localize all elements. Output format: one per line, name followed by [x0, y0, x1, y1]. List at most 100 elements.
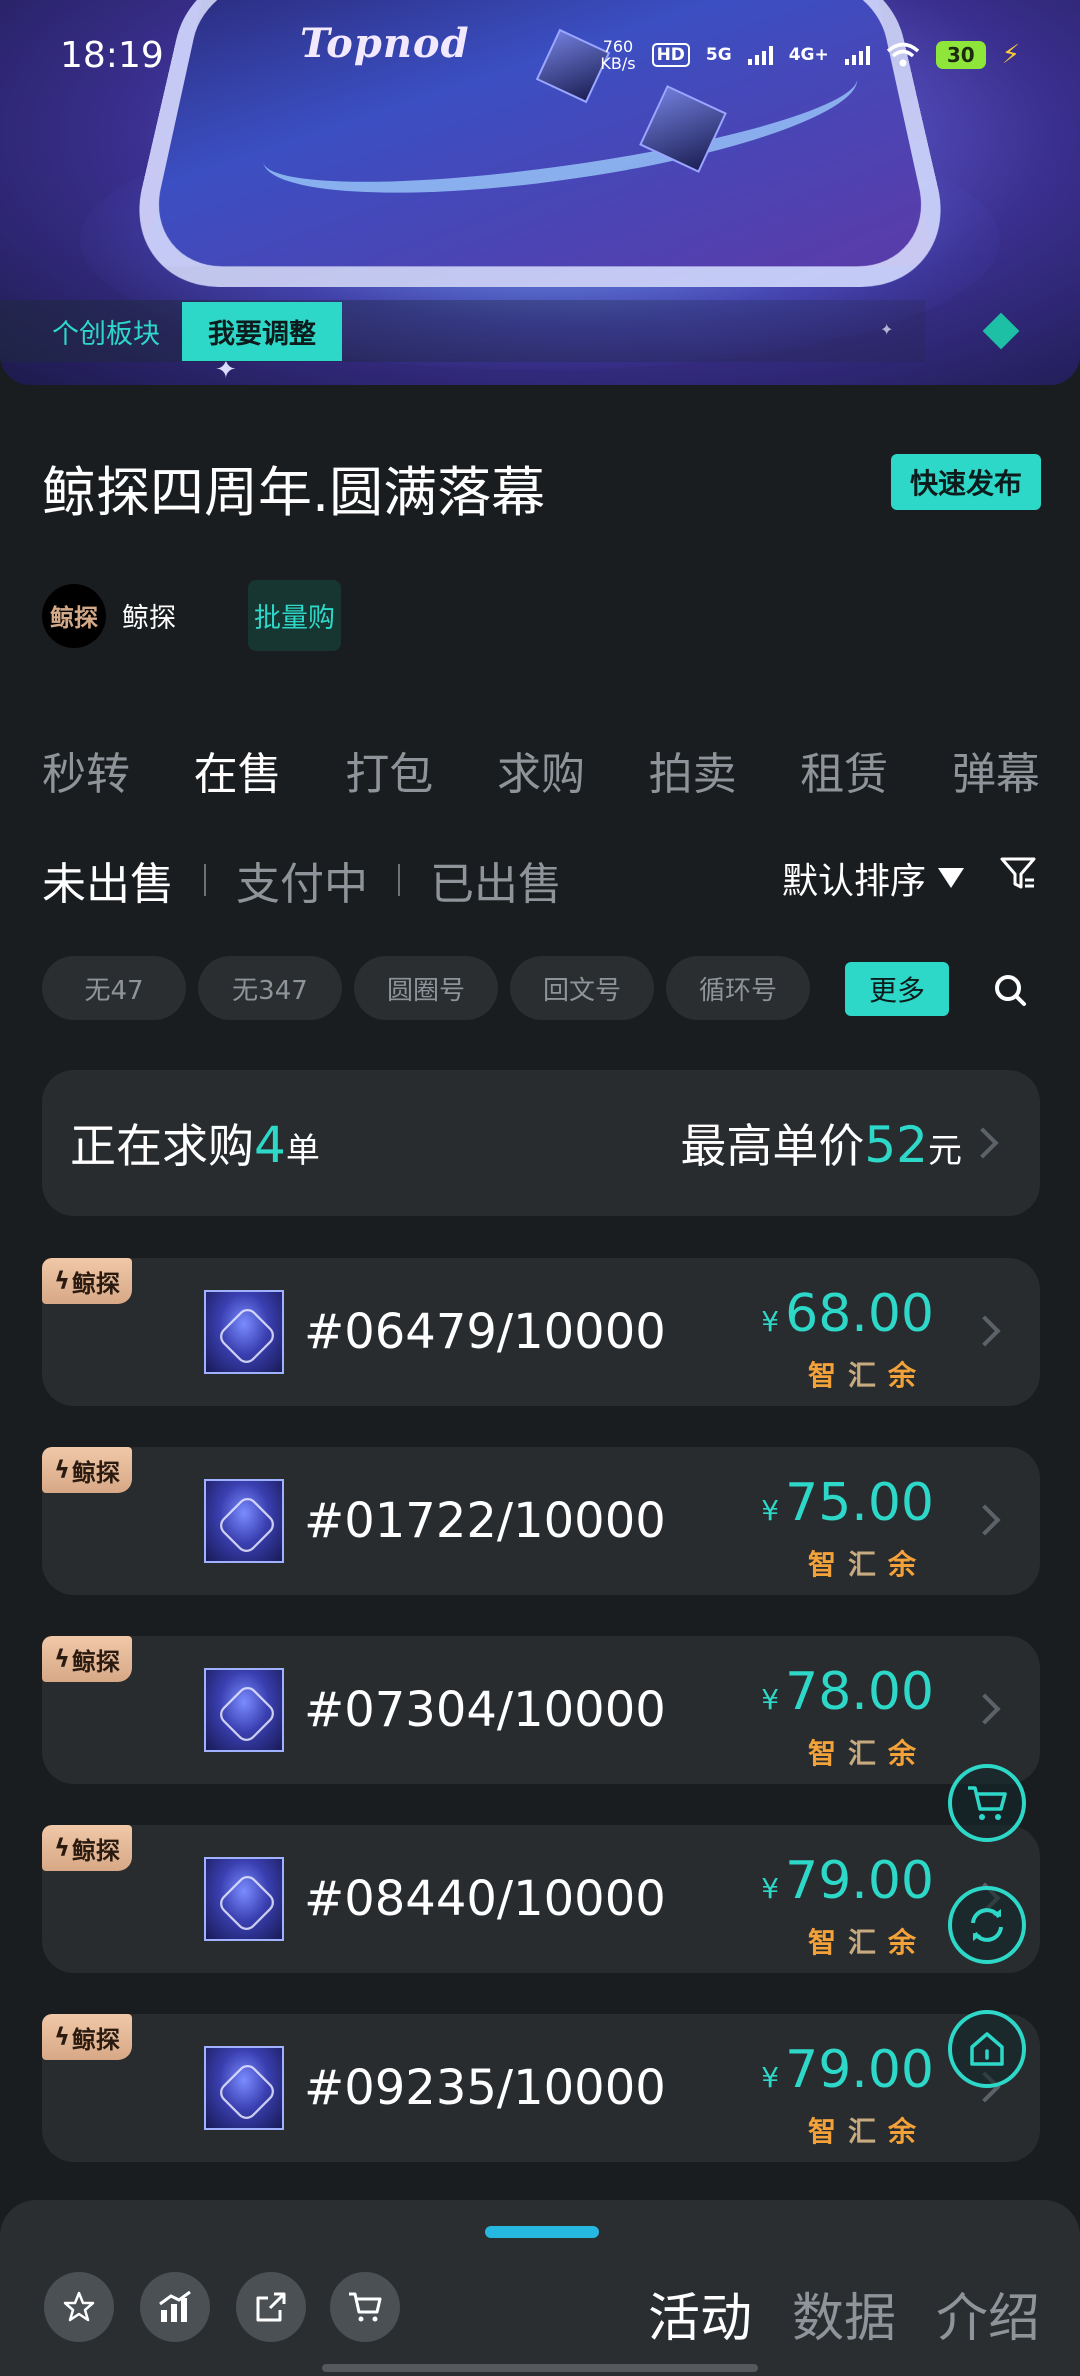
listing-row[interactable]: ϟ 鲸探 #06479/10000 ¥68.00 智汇余	[42, 1258, 1040, 1406]
price: ¥75.00	[761, 1473, 934, 1533]
page-title: 鲸探四周年.圆满落幕	[42, 461, 546, 524]
serial-number: #01722/10000	[304, 1493, 666, 1549]
tab-bundle[interactable]: 打包	[345, 738, 433, 802]
home-indicator	[322, 2364, 758, 2372]
creator-row: 鲸探 鲸探 批量购	[42, 580, 341, 651]
hero-tag-bar: 个创板块 我要调整	[0, 300, 925, 362]
status-indicators: 760 KB/s HD 5G 4G+ 30 ⚡	[600, 38, 1020, 72]
brand-badge: ϟ 鲸探	[42, 1636, 132, 1682]
share-button[interactable]	[236, 2272, 306, 2342]
hero-banner[interactable]: Topnod ✦ ✦ 18:19 760 KB/s HD 5G 4G+ 30 ⚡…	[0, 0, 1080, 385]
tab-data[interactable]: 数据	[792, 2276, 896, 2351]
status-bar: 18:19 760 KB/s HD 5G 4G+ 30 ⚡	[0, 0, 1080, 110]
sim1-label: 5G	[705, 45, 732, 65]
listing-row[interactable]: ϟ 鲸探 #08440/10000 ¥79.00 智汇余	[42, 1825, 1040, 1973]
subtab-unsold[interactable]: 未出售	[42, 848, 174, 912]
listing-row[interactable]: ϟ 鲸探 #07304/10000 ¥78.00 智汇余	[42, 1636, 1040, 1784]
price: ¥68.00	[761, 1284, 934, 1344]
signal-icon	[844, 45, 870, 65]
item-thumbnail	[204, 2046, 284, 2130]
bolt-icon: ϟ	[54, 1834, 70, 1862]
tab-on-sale[interactable]: 在售	[194, 738, 282, 802]
market-tabs: 秒转 在售 打包 求购 拍卖 租赁 弹幕	[42, 738, 1040, 802]
wifi-icon	[886, 42, 919, 67]
floating-cart-button[interactable]	[948, 1764, 1026, 1842]
chevron-right-icon	[969, 1315, 1001, 1347]
chip-no-347[interactable]: 无347	[198, 956, 342, 1020]
feature-tags: 智汇余	[807, 1548, 928, 1581]
share-icon	[256, 2292, 286, 2322]
serial-number: #07304/10000	[304, 1682, 666, 1738]
brand-badge: ϟ 鲸探	[42, 1825, 132, 1871]
bulk-buy-button[interactable]: 批量购	[248, 580, 341, 651]
tab-instant-transfer[interactable]: 秒转	[42, 738, 130, 802]
divider	[398, 864, 400, 896]
serial-number: #06479/10000	[304, 1304, 666, 1360]
favorite-button[interactable]	[44, 2272, 114, 2342]
refresh-icon	[971, 1908, 1003, 1942]
net-speed: 760 KB/s	[600, 37, 636, 73]
trend-icon	[159, 2290, 191, 2322]
tab-rental[interactable]: 租赁	[800, 738, 888, 802]
chip-palindrome-number[interactable]: 回文号	[510, 956, 654, 1020]
chevron-right-icon	[969, 1504, 1001, 1536]
bolt-icon: ϟ	[54, 2023, 70, 2051]
cart-button[interactable]	[330, 2272, 400, 2342]
bolt-icon: ϟ	[54, 1456, 70, 1484]
status-time: 18:19	[60, 34, 164, 76]
bolt-icon: ϟ	[54, 1267, 70, 1295]
hero-tag-label: 个创板块	[52, 318, 160, 350]
sort-label: 默认排序	[782, 861, 927, 902]
feature-tags: 智汇余	[807, 1359, 928, 1392]
chip-no-47[interactable]: 无47	[42, 956, 186, 1020]
home-icon	[970, 2032, 1004, 2066]
chip-circle-number[interactable]: 圆圈号	[354, 956, 498, 1020]
price: ¥78.00	[761, 1662, 934, 1722]
tab-activity[interactable]: 活动	[648, 2276, 752, 2351]
creator-name[interactable]: 鲸探	[122, 596, 176, 635]
diamond-icon	[982, 312, 1020, 350]
serial-number: #09235/10000	[304, 2060, 666, 2116]
floating-home-button[interactable]	[948, 2010, 1026, 2088]
buying-count: 正在求购 4 单	[70, 1116, 320, 1174]
battery-icon: 30	[935, 41, 986, 69]
price: ¥79.00	[761, 1851, 934, 1911]
search-icon[interactable]	[990, 970, 1030, 1010]
sort-dropdown[interactable]: 默认排序	[782, 852, 965, 904]
item-thumbnail	[204, 1668, 284, 1752]
sheet-drag-handle[interactable]	[485, 2226, 599, 2238]
tab-want-to-buy[interactable]: 求购	[497, 738, 585, 802]
max-price: 最高单价 52 元	[680, 1116, 962, 1174]
listing-row[interactable]: ϟ 鲸探 #09235/10000 ¥79.00 智汇余	[42, 2014, 1040, 2162]
tab-intro[interactable]: 介绍	[936, 2276, 1040, 2351]
divider	[204, 864, 206, 896]
trend-button[interactable]	[140, 2272, 210, 2342]
filter-icon[interactable]	[998, 853, 1038, 893]
feature-tags: 智汇余	[807, 1926, 928, 1959]
quick-publish-button[interactable]: 快速发布	[891, 454, 1041, 510]
feature-tags: 智汇余	[807, 2115, 928, 2148]
item-thumbnail	[204, 1290, 284, 1374]
subtab-paying[interactable]: 支付中	[236, 848, 368, 912]
tab-auction[interactable]: 拍卖	[649, 738, 737, 802]
tab-danmaku[interactable]: 弹幕	[952, 738, 1040, 802]
floating-refresh-button[interactable]	[948, 1886, 1026, 1964]
avatar[interactable]: 鲸探	[42, 583, 106, 648]
brand-badge: ϟ 鲸探	[42, 1447, 132, 1493]
brand-badge: ϟ 鲸探	[42, 1258, 132, 1304]
bolt-icon: ϟ	[54, 1645, 70, 1673]
feature-tags: 智汇余	[807, 1737, 928, 1770]
adjust-button[interactable]: 我要调整	[182, 301, 342, 361]
buy-request-summary[interactable]: 正在求购 4 单 最高单价 52 元	[42, 1070, 1040, 1216]
price: ¥79.00	[761, 2040, 934, 2100]
subtab-sold[interactable]: 已出售	[430, 848, 562, 912]
sale-status-tabs: 未出售 支付中 已出售	[42, 848, 562, 912]
cart-icon	[349, 2292, 382, 2322]
chip-cycle-number[interactable]: 循环号	[666, 956, 810, 1020]
sim2-label: 4G+	[788, 45, 829, 65]
more-filters-button[interactable]: 更多	[845, 962, 949, 1016]
listing-row[interactable]: ϟ 鲸探 #01722/10000 ¥75.00 智汇余	[42, 1447, 1040, 1595]
charging-icon: ⚡	[1001, 40, 1020, 70]
hd-icon: HD	[651, 43, 690, 67]
signal-icon	[747, 45, 773, 65]
